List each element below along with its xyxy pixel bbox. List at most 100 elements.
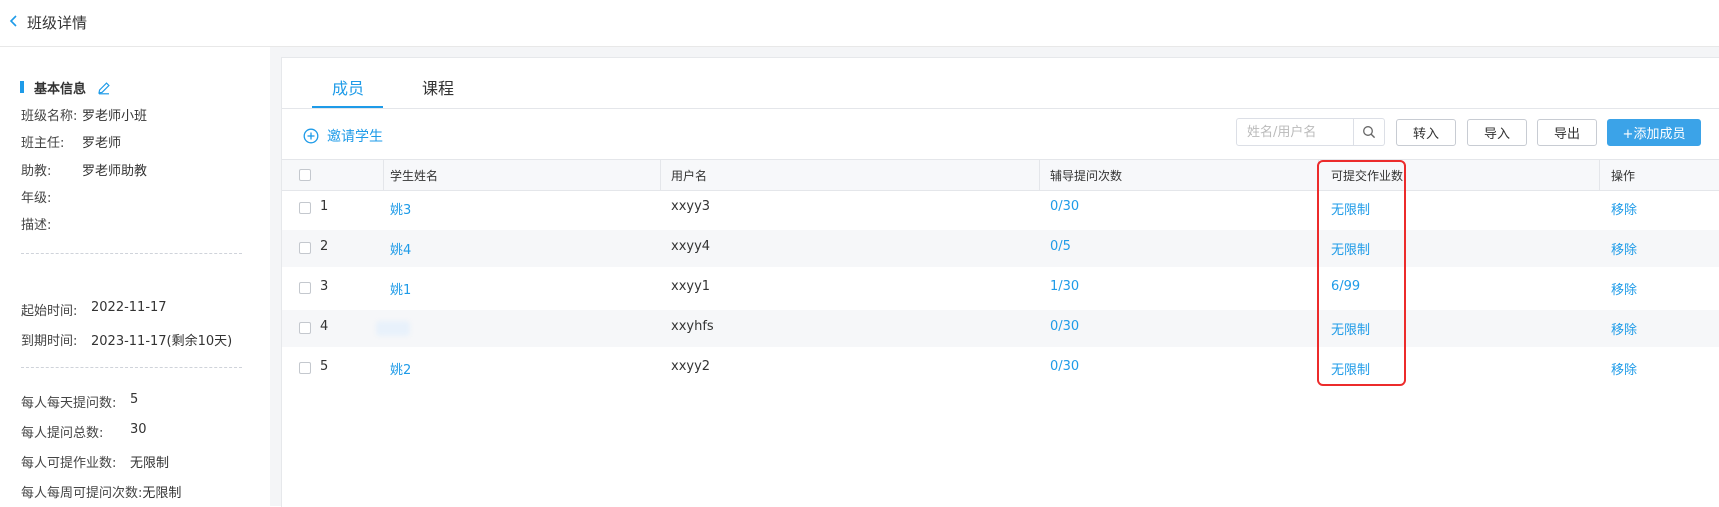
info-label: 每人可提作业数: bbox=[21, 456, 117, 471]
table-header: 学生姓名 用户名 辅导提问次数 可提交作业数 操作 bbox=[282, 159, 1719, 191]
info-label: 描述: bbox=[21, 218, 52, 233]
column-header-student-name: 学生姓名 bbox=[390, 169, 439, 183]
table-row: 5 姚2 xxyy2 0/30 无限制 移除 bbox=[282, 350, 1719, 387]
edit-icon[interactable] bbox=[97, 80, 111, 95]
question-count-link[interactable]: 0/30 bbox=[1050, 359, 1079, 374]
plus-circle-icon bbox=[303, 128, 319, 144]
info-label: 到期时间: bbox=[21, 334, 78, 349]
row-index: 3 bbox=[320, 279, 329, 294]
limit-daily-questions: 每人每天提问数: 5 bbox=[21, 392, 138, 411]
info-class-name: 班级名称: 罗老师小班 bbox=[21, 105, 147, 124]
active-tab-indicator bbox=[312, 106, 383, 108]
homework-count-link[interactable]: 无限制 bbox=[1331, 239, 1370, 258]
limit-total-questions: 每人提问总数: 30 bbox=[21, 422, 147, 441]
student-name-link[interactable]: 姚1 bbox=[390, 279, 411, 298]
export-button[interactable]: 导出 bbox=[1537, 119, 1597, 146]
info-description: 描述: bbox=[21, 214, 82, 233]
question-count-link[interactable]: 1/30 bbox=[1050, 279, 1079, 294]
members-panel: 成员 课程 邀请学生 转入 导入 导出 +添加成员 学生姓名 用户名 辅导提问次… bbox=[281, 57, 1719, 507]
student-name-link[interactable]: 姚4 bbox=[390, 239, 411, 258]
row-checkbox[interactable] bbox=[299, 282, 311, 294]
info-value: 罗老师小班 bbox=[82, 109, 148, 124]
column-header-question-count: 辅导提问次数 bbox=[1050, 169, 1123, 183]
homework-count-link[interactable]: 无限制 bbox=[1331, 199, 1370, 218]
username-cell: xxyy1 bbox=[671, 279, 711, 294]
info-value: 无限制 bbox=[142, 486, 182, 501]
row-index: 1 bbox=[320, 199, 329, 214]
remove-link[interactable]: 移除 bbox=[1611, 319, 1637, 338]
invite-student-button[interactable]: 邀请学生 bbox=[303, 126, 383, 146]
info-label: 班级名称: bbox=[21, 109, 78, 124]
homework-count-link[interactable]: 无限制 bbox=[1331, 359, 1370, 378]
info-label: 每人每天提问数: bbox=[21, 396, 117, 411]
back-chevron-icon[interactable] bbox=[6, 13, 22, 29]
blurred-student-name bbox=[376, 321, 410, 336]
info-label: 班主任: bbox=[21, 136, 65, 151]
info-end-date: 到期时间: 2023-11-17(剩余10天) bbox=[21, 330, 232, 349]
info-label: 年级: bbox=[21, 191, 52, 206]
question-count-link[interactable]: 0/30 bbox=[1050, 319, 1079, 334]
tab-courses[interactable]: 课程 bbox=[422, 75, 454, 99]
info-label: 每人每周可提问次数: bbox=[21, 486, 143, 501]
row-index: 5 bbox=[320, 359, 329, 374]
info-value: 30 bbox=[130, 422, 147, 437]
username-cell: xxyhfs bbox=[671, 319, 714, 334]
remove-link[interactable]: 移除 bbox=[1611, 359, 1637, 378]
question-count-link[interactable]: 0/30 bbox=[1050, 199, 1079, 214]
section-title: 基本信息 bbox=[34, 81, 87, 97]
limit-weekly-questions: 每人每周可提问次数: 无限制 bbox=[21, 482, 181, 501]
student-name-link[interactable]: 姚2 bbox=[390, 359, 411, 378]
tab-bar: 成员 课程 bbox=[282, 58, 1719, 109]
transfer-in-button[interactable]: 转入 bbox=[1396, 119, 1456, 146]
remove-link[interactable]: 移除 bbox=[1611, 239, 1637, 258]
info-value: 2022-11-17 bbox=[91, 300, 167, 315]
limit-homework: 每人可提作业数: 无限制 bbox=[21, 452, 169, 471]
column-separator bbox=[660, 160, 661, 190]
top-bar: 班级详情 bbox=[0, 0, 1719, 47]
page-title: 班级详情 bbox=[27, 14, 88, 32]
student-name-link[interactable]: 姚3 bbox=[390, 199, 411, 218]
search-icon bbox=[1363, 126, 1376, 139]
column-header-actions: 操作 bbox=[1611, 169, 1636, 183]
row-index: 4 bbox=[320, 319, 329, 334]
question-count-link[interactable]: 0/5 bbox=[1050, 239, 1071, 254]
select-all-checkbox[interactable] bbox=[299, 169, 311, 181]
row-index: 2 bbox=[320, 239, 329, 254]
username-cell: xxyy2 bbox=[671, 359, 711, 374]
basic-info-header: 基本信息 bbox=[20, 78, 111, 97]
table-row: 2 姚4 xxyy4 0/5 无限制 移除 bbox=[282, 230, 1719, 267]
row-checkbox[interactable] bbox=[299, 242, 311, 254]
row-checkbox[interactable] bbox=[299, 362, 311, 374]
username-cell: xxyy4 bbox=[671, 239, 711, 254]
tab-members[interactable]: 成员 bbox=[332, 75, 364, 99]
search-button[interactable] bbox=[1354, 118, 1385, 146]
username-cell: xxyy3 bbox=[671, 199, 711, 214]
table-row: 3 姚1 xxyy1 1/30 6/99 移除 bbox=[282, 270, 1719, 307]
info-value: 罗老师 bbox=[82, 136, 122, 151]
divider bbox=[21, 253, 242, 254]
search-input[interactable] bbox=[1236, 118, 1354, 146]
info-value: 2023-11-17(剩余10天) bbox=[91, 334, 233, 349]
column-separator bbox=[1318, 160, 1319, 190]
info-label: 起始时间: bbox=[21, 304, 78, 319]
row-checkbox[interactable] bbox=[299, 322, 311, 334]
info-value: 无限制 bbox=[130, 456, 170, 471]
remove-link[interactable]: 移除 bbox=[1611, 199, 1637, 218]
column-header-username: 用户名 bbox=[671, 169, 708, 183]
homework-count-link[interactable]: 无限制 bbox=[1331, 319, 1370, 338]
section-accent-bar bbox=[20, 81, 24, 93]
import-button[interactable]: 导入 bbox=[1467, 119, 1527, 146]
column-separator bbox=[1599, 160, 1600, 190]
remove-link[interactable]: 移除 bbox=[1611, 279, 1637, 298]
info-head-teacher: 班主任: 罗老师 bbox=[21, 132, 121, 151]
info-grade: 年级: bbox=[21, 187, 82, 206]
info-label: 每人提问总数: bbox=[21, 426, 104, 441]
add-member-button[interactable]: +添加成员 bbox=[1607, 119, 1701, 146]
row-checkbox[interactable] bbox=[299, 202, 311, 214]
column-header-homework-count: 可提交作业数 bbox=[1331, 169, 1404, 183]
homework-count-link[interactable]: 6/99 bbox=[1331, 279, 1360, 294]
info-start-date: 起始时间: 2022-11-17 bbox=[21, 300, 167, 319]
column-separator bbox=[1039, 160, 1040, 190]
info-label: 助教: bbox=[21, 164, 52, 179]
column-separator bbox=[383, 160, 384, 190]
